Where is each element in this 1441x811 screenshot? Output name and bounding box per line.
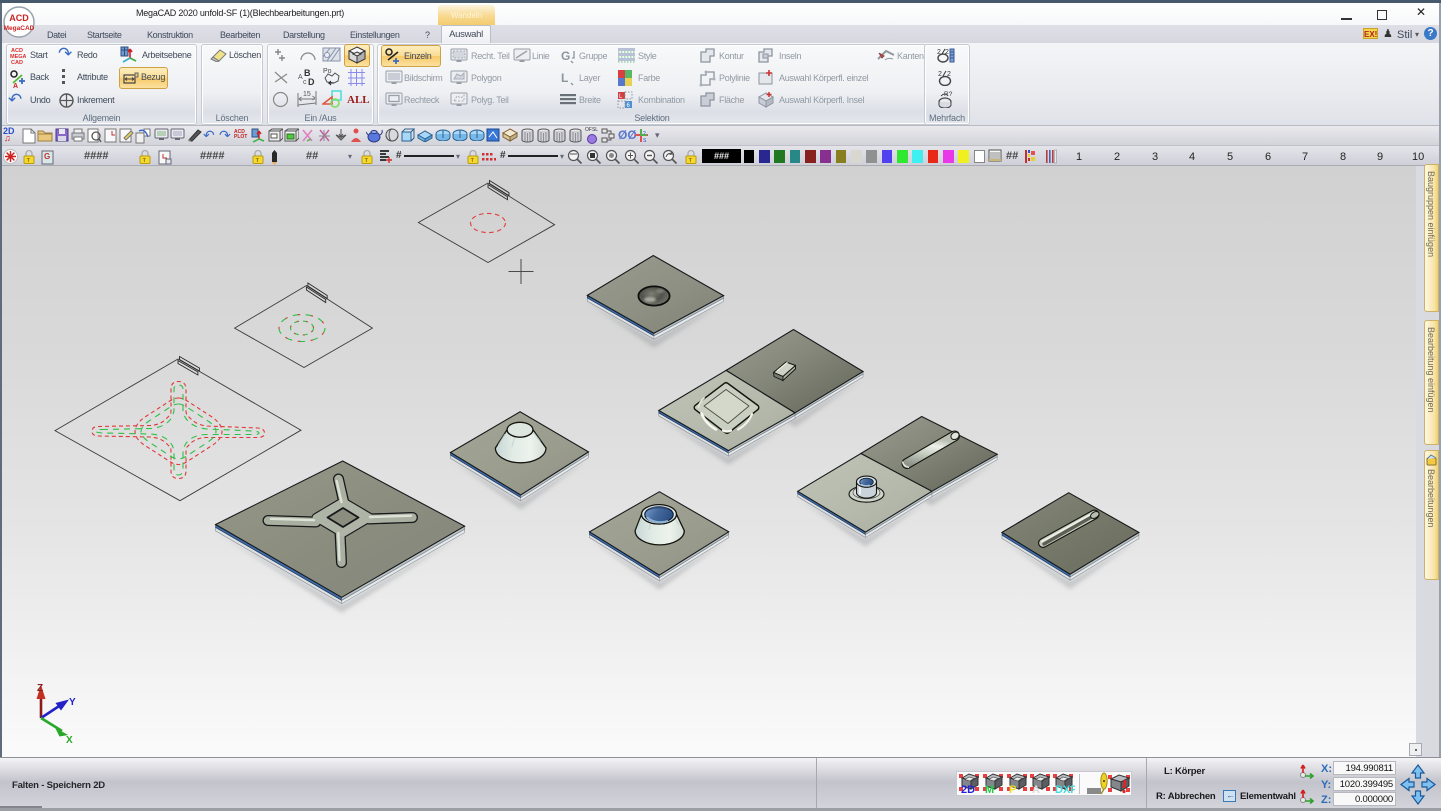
svg-text:DXF: DXF [1055, 784, 1075, 794]
svg-text:P: P [1009, 784, 1016, 794]
svg-text:MegaCAD: MegaCAD [4, 25, 35, 32]
svg-text:c: c [303, 79, 307, 86]
svg-text:ACD: ACD [9, 13, 29, 23]
svg-text:2D: 2D [961, 784, 975, 794]
svg-text:S: S [643, 138, 647, 143]
svg-text:Z: Z [37, 683, 43, 694]
svg-text:CAD: CAD [11, 60, 23, 64]
svg-text:X: X [66, 735, 73, 746]
svg-text:A: A [1032, 784, 1040, 794]
svg-text:G: G [44, 152, 50, 161]
svg-text:15: 15 [303, 91, 311, 98]
svg-text:Y: Y [69, 697, 76, 708]
svg-text:G: G [561, 49, 570, 63]
svg-text:L: L [561, 71, 568, 85]
svg-text:?: ? [643, 131, 646, 137]
svg-text:D: D [308, 77, 315, 86]
svg-text:A: A [13, 83, 18, 88]
svg-text:Po: Po [323, 68, 332, 75]
svg-text:M: M [985, 784, 994, 794]
